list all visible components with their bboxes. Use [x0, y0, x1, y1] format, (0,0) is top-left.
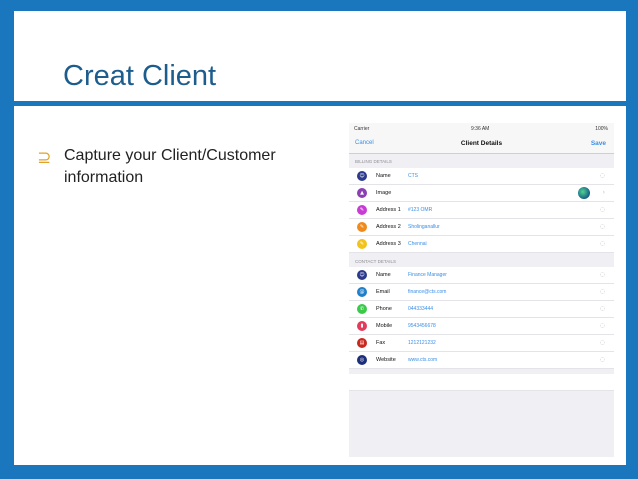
cancel-button[interactable]: Cancel [355, 140, 374, 146]
info-icon: ◌ [599, 240, 605, 247]
row-value: Chennai [408, 241, 427, 247]
email-icon: @ [357, 287, 367, 297]
contact-email-row[interactable]: @ Email finance@cts.com ◌ [349, 284, 614, 301]
billing-name-row[interactable]: ☺ Name CTS ◌ [349, 168, 614, 185]
chevron-right-icon: › [602, 189, 605, 196]
row-value: www.cts.com [408, 357, 438, 363]
shipping-name-row[interactable] [349, 374, 614, 391]
info-icon: ◌ [599, 223, 605, 230]
billing-address3-row[interactable]: ✎ Address 3 Chennai ◌ [349, 236, 614, 253]
fax-icon: ▤ [357, 338, 367, 348]
location-icon: ✎ [357, 239, 367, 249]
billing-address2-row[interactable]: ✎ Address 2 Sholinganallur ◌ [349, 219, 614, 236]
contact-mobile-row[interactable]: ▮ Mobile 9543456678 ◌ [349, 318, 614, 335]
mobile-icon: ▮ [357, 321, 367, 331]
row-label: Phone [376, 306, 392, 312]
info-icon: ◌ [599, 206, 605, 213]
status-bar: Carrier 9:36 AM 100% [349, 123, 614, 135]
client-details-screenshot: Carrier 9:36 AM 100% Client Details Canc… [349, 123, 614, 457]
info-icon: ◌ [599, 356, 605, 363]
row-label: Address 1 [376, 207, 401, 213]
contact-website-row[interactable]: ◎ Website www.cts.com ◌ [349, 352, 614, 369]
row-label: Name [376, 173, 391, 179]
row-label: Name [376, 272, 391, 278]
row-value: 1212121232 [408, 340, 436, 346]
save-button[interactable]: Save [591, 140, 606, 147]
contact-fax-row[interactable]: ▤ Fax 1212121232 ◌ [349, 335, 614, 352]
info-icon: ◌ [599, 288, 605, 295]
billing-image-row[interactable]: ▲ Image › [349, 185, 614, 202]
row-value: Finance Manager [408, 272, 447, 278]
title-divider [14, 101, 626, 106]
contact-phone-row[interactable]: ✆ Phone 044333444 ◌ [349, 301, 614, 318]
client-image-thumbnail[interactable] [578, 187, 590, 199]
nav-title: Client Details [460, 140, 503, 147]
user-icon: ☺ [357, 171, 367, 181]
bullet-icon: ⊇ [37, 148, 52, 168]
billing-heading: BILLING DETAILS [355, 159, 392, 164]
carrier-label: Carrier [354, 126, 370, 132]
billing-address1-row[interactable]: ✎ Address 1 #123 OMR ◌ [349, 202, 614, 219]
contact-name-row[interactable]: ☺ Name Finance Manager ◌ [349, 267, 614, 284]
bullet-text: Capture your Client/Customer information [64, 147, 276, 186]
row-label: Mobile [376, 323, 393, 329]
row-value: CTS [408, 173, 418, 179]
info-icon: ◌ [599, 172, 605, 179]
phone-icon: ✆ [357, 304, 367, 314]
user-icon: ☺ [357, 270, 367, 280]
info-icon: ◌ [599, 322, 605, 329]
nav-bar: Client Details Cancel Save [349, 135, 614, 154]
slide-title: Creat Client [63, 60, 217, 92]
row-label: Website [376, 357, 396, 363]
globe-icon: ◎ [357, 355, 367, 365]
row-value: finance@cts.com [408, 289, 447, 295]
row-label: Address 3 [376, 241, 401, 247]
row-label: Fax [376, 340, 386, 346]
time-label: 9:36 AM [471, 126, 490, 132]
row-label: Address 2 [376, 224, 401, 230]
info-icon: ◌ [599, 339, 605, 346]
location-icon: ✎ [357, 205, 367, 215]
location-icon: ✎ [357, 222, 367, 232]
battery-label: 100% [595, 126, 608, 132]
contact-heading: CONTACT DETAILS [355, 259, 397, 264]
info-icon: ◌ [599, 271, 605, 278]
row-value: Sholinganallur [408, 224, 440, 230]
info-icon: ◌ [599, 305, 605, 312]
image-icon: ▲ [357, 188, 367, 198]
row-label: Image [376, 190, 392, 196]
row-value: 9543456678 [408, 323, 436, 329]
title-band: Creat Client [14, 11, 626, 103]
row-value: 044333444 [408, 306, 434, 312]
row-value: #123 OMR [408, 207, 433, 213]
row-label: Email [376, 289, 390, 295]
